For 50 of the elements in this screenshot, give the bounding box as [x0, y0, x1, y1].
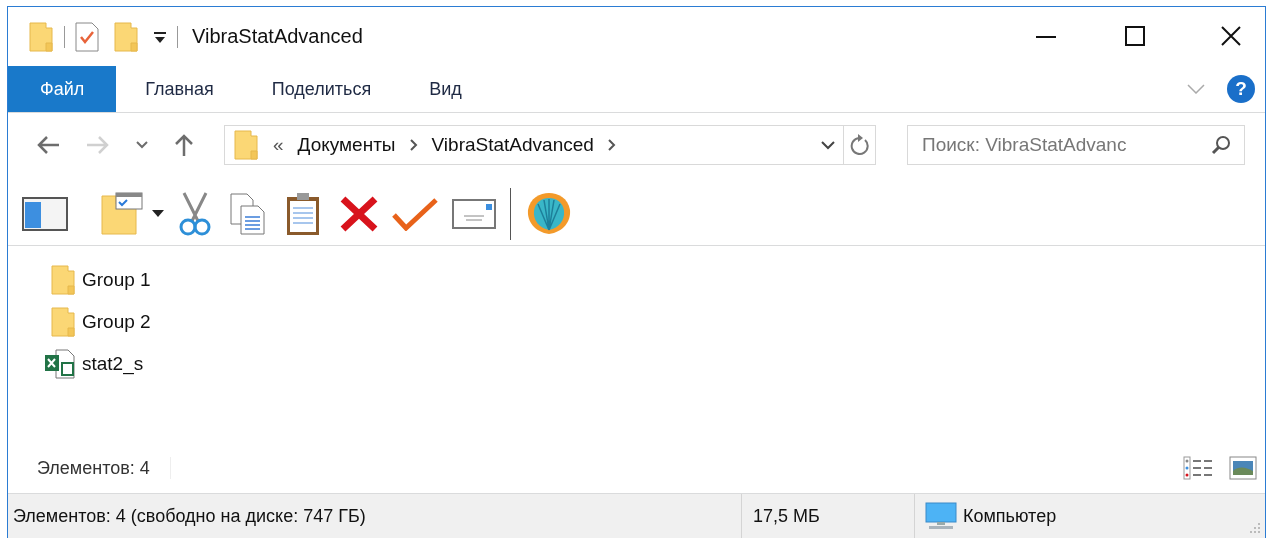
maximize-button[interactable] [1125, 25, 1145, 46]
chevron-down-icon[interactable] [136, 141, 148, 149]
chevron-down-icon[interactable] [821, 140, 835, 150]
back-arrow-icon[interactable] [36, 135, 60, 155]
help-button[interactable]: ? [1227, 75, 1255, 103]
ribbon-tab[interactable]: Главная [116, 66, 243, 112]
address-bar[interactable]: « Документы VibraStatAdvanced [224, 125, 844, 165]
shell-icon[interactable] [525, 192, 573, 236]
file-item[interactable]: Group 1 [82, 269, 151, 291]
cut-icon[interactable] [178, 192, 212, 236]
search-icon[interactable] [1211, 135, 1231, 155]
item-count: Элементов: 4 [37, 457, 150, 479]
properties-icon[interactable] [75, 21, 99, 52]
folder-icon [113, 21, 139, 52]
details-view-icon[interactable] [1183, 456, 1215, 480]
folder-window-icon[interactable] [100, 192, 144, 236]
thumbnail-view-icon[interactable] [1229, 456, 1257, 480]
computer-icon [925, 502, 957, 530]
up-arrow-icon[interactable] [174, 133, 194, 157]
close-button[interactable] [1221, 25, 1241, 46]
status-size: 17,5 МБ [753, 505, 820, 527]
refresh-icon[interactable] [849, 134, 870, 156]
ribbon-tab[interactable]: Файл [8, 66, 117, 112]
ribbon-tab[interactable]: Поделиться [242, 66, 401, 112]
status-location: Компьютер [963, 505, 1057, 527]
chevron-right-icon[interactable] [409, 139, 418, 151]
checkmark-icon[interactable] [392, 197, 438, 231]
window-title: VibraStatAdvanced [192, 25, 363, 48]
clipboard-icon[interactable] [286, 192, 320, 236]
overflow-chevron[interactable]: « [273, 134, 284, 156]
folder-icon [50, 265, 76, 295]
folder-icon [50, 307, 76, 337]
copy-icon[interactable] [230, 193, 266, 235]
chevron-right-icon[interactable] [607, 139, 616, 151]
status-text: Элементов: 4 (свободно на диске: 747 ГБ) [13, 505, 366, 527]
folder-icon [28, 21, 54, 52]
customize-dropdown-icon[interactable] [153, 29, 167, 44]
pane-icon[interactable] [22, 197, 68, 231]
caret-icon[interactable] [152, 210, 164, 218]
spreadsheet-icon [44, 349, 76, 379]
file-item[interactable]: Group 2 [82, 311, 151, 333]
folder-icon [233, 130, 259, 160]
breadcrumb[interactable]: Документы [297, 134, 396, 156]
file-item[interactable]: stat2_s [82, 353, 144, 375]
delete-icon[interactable] [340, 196, 378, 232]
breadcrumb[interactable]: VibraStatAdvanced [431, 134, 594, 156]
envelope-icon[interactable] [452, 199, 496, 229]
search-field[interactable]: Поиск: VibraStatAdvanc [907, 125, 1245, 165]
resize-grip-icon[interactable] [1249, 522, 1261, 534]
ribbon-tab[interactable]: Вид [400, 66, 491, 112]
